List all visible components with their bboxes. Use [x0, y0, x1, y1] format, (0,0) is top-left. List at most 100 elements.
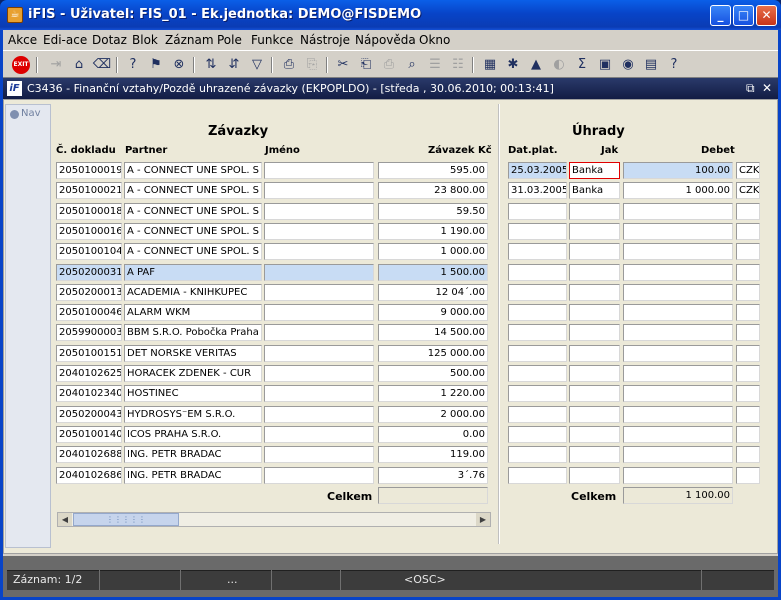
cell-doklad[interactable]: 2050100151 — [56, 345, 122, 362]
cell-jmeno[interactable] — [264, 162, 374, 179]
print-icon[interactable]: ⎙ — [279, 55, 299, 75]
cell-partner[interactable]: A - CONNECT UNE SPOL. S F — [124, 182, 262, 199]
cell-jak[interactable] — [569, 284, 620, 301]
cell-partner[interactable]: A - CONNECT UNE SPOL. S F — [124, 162, 262, 179]
inner-window-titlebar[interactable]: iF C3436 - Finanční vztahy/Pozdě uhrazen… — [3, 78, 778, 99]
add-record-icon[interactable]: ⌂ — [69, 55, 89, 75]
globe-icon[interactable]: ◉ — [618, 55, 638, 75]
cell-jmeno[interactable] — [264, 264, 374, 281]
scroll-thumb[interactable]: ⋮⋮⋮⋮⋮ — [73, 513, 179, 526]
cell-jak[interactable]: Banka — [569, 182, 620, 199]
cell-partner[interactable]: ING. PETR BRADAC — [124, 446, 262, 463]
cell-debet[interactable] — [623, 304, 733, 321]
cell-jak[interactable] — [569, 385, 620, 402]
sort-ascending-icon[interactable]: ⇅ — [201, 55, 221, 75]
cell-mena[interactable] — [736, 385, 760, 402]
cell-doklad[interactable]: 2050100021 — [56, 182, 122, 199]
cell-doklad[interactable]: 2050100018 — [56, 203, 122, 220]
cell-mena[interactable] — [736, 446, 760, 463]
cell-debet[interactable] — [623, 264, 733, 281]
list-icon[interactable]: ▤ — [641, 55, 661, 75]
cell-debet[interactable] — [623, 223, 733, 240]
cell-doklad[interactable]: 2059900003 — [56, 324, 122, 341]
cell-zavazek[interactable]: 12 04´.00 — [378, 284, 488, 301]
nav-radio-icon[interactable] — [10, 110, 19, 119]
find-icon[interactable]: ⌕ — [402, 55, 422, 75]
execute-query-icon[interactable]: ⚑ — [146, 55, 166, 75]
copy-icon[interactable]: ⎗ — [356, 55, 376, 75]
cell-jmeno[interactable] — [264, 182, 374, 199]
cell-jmeno[interactable] — [264, 385, 374, 402]
warning-icon[interactable]: ▲ — [526, 55, 546, 75]
cell-zavazek[interactable]: 0.00 — [378, 426, 488, 443]
cell-jak[interactable] — [569, 304, 620, 321]
scroll-left-icon[interactable]: ◀ — [58, 513, 72, 526]
cell-zavazek[interactable]: 595.00 — [378, 162, 488, 179]
cell-debet[interactable]: 1 000.00 — [623, 182, 733, 199]
cell-mena[interactable] — [736, 264, 760, 281]
cell-debet[interactable] — [623, 406, 733, 423]
window-titlebar[interactable]: ☕ iFIS - Uživatel: FIS_01 - Ek.jednotka:… — [0, 0, 781, 30]
cell-zavazek[interactable]: 23 800.00 — [378, 182, 488, 199]
cell-partner[interactable]: BBM S.R.O. Pobočka Praha — [124, 324, 262, 341]
cell-datum[interactable] — [508, 385, 567, 402]
cell-jmeno[interactable] — [264, 426, 374, 443]
cell-debet[interactable] — [623, 446, 733, 463]
cell-datum[interactable] — [508, 223, 567, 240]
sum-icon[interactable]: Σ — [572, 55, 592, 75]
menu-napoveda[interactable]: Nápověda — [355, 33, 416, 47]
cell-doklad[interactable]: 2040102625 — [56, 365, 122, 382]
cell-jak[interactable] — [569, 406, 620, 423]
cell-jak[interactable] — [569, 467, 620, 484]
cell-jmeno[interactable] — [264, 345, 374, 362]
columns-icon[interactable]: ☷ — [448, 55, 468, 75]
cell-jmeno[interactable] — [264, 243, 374, 260]
cell-mena[interactable]: CZK — [736, 182, 760, 199]
cell-doklad[interactable]: 2050100016 — [56, 223, 122, 240]
cell-zavazek[interactable]: 119.00 — [378, 446, 488, 463]
cell-jak[interactable] — [569, 426, 620, 443]
maximize-button[interactable]: □ — [733, 5, 754, 26]
filter-icon[interactable]: ▽ — [247, 55, 267, 75]
sort-descending-icon[interactable]: ⇵ — [224, 55, 244, 75]
cancel-query-icon[interactable]: ⊗ — [169, 55, 189, 75]
cell-partner[interactable]: ALARM WKM — [124, 304, 262, 321]
cell-mena[interactable] — [736, 365, 760, 382]
cell-datum[interactable] — [508, 304, 567, 321]
cell-zavazek[interactable]: 500.00 — [378, 365, 488, 382]
cell-zavazek[interactable]: 14 500.00 — [378, 324, 488, 341]
cell-jmeno[interactable] — [264, 324, 374, 341]
cell-debet[interactable] — [623, 365, 733, 382]
cell-jmeno[interactable] — [264, 203, 374, 220]
cell-partner[interactable]: A - CONNECT UNE SPOL. S F — [124, 203, 262, 220]
cell-partner[interactable]: HYDROSYS⁻EM S.R.O. — [124, 406, 262, 423]
minimize-button[interactable]: _ — [710, 5, 731, 26]
menu-funkce[interactable]: Funkce — [251, 33, 293, 47]
cell-doklad[interactable]: 2050200013 — [56, 284, 122, 301]
exit-button[interactable]: EXIT — [12, 56, 30, 74]
disk-icon[interactable]: ◐ — [549, 55, 569, 75]
cell-jak[interactable] — [569, 223, 620, 240]
cell-zavazek[interactable]: 2 000.00 — [378, 406, 488, 423]
cell-datum[interactable] — [508, 284, 567, 301]
cell-datum[interactable] — [508, 203, 567, 220]
cell-mena[interactable] — [736, 426, 760, 443]
cell-datum[interactable]: 25.03.2005 — [508, 162, 567, 179]
cell-debet[interactable]: 100.00 — [623, 162, 733, 179]
cell-jmeno[interactable] — [264, 304, 374, 321]
menu-edit[interactable]: Edi-ace — [43, 33, 87, 47]
paste-icon[interactable]: ⎙ — [379, 55, 399, 75]
cell-datum[interactable] — [508, 446, 567, 463]
cell-zavazek[interactable]: 9 000.00 — [378, 304, 488, 321]
cell-zavazek[interactable]: 3´.76 — [378, 467, 488, 484]
cell-debet[interactable] — [623, 426, 733, 443]
menu-okno[interactable]: Okno — [419, 33, 450, 47]
cell-doklad[interactable]: 2050100046 — [56, 304, 122, 321]
cell-jak[interactable] — [569, 345, 620, 362]
cell-datum[interactable] — [508, 365, 567, 382]
print-preview-icon[interactable]: ⎘ — [302, 55, 322, 75]
restore-icon[interactable]: ⧉ — [746, 81, 755, 96]
cell-doklad[interactable]: 2050100019 — [56, 162, 122, 179]
scroll-right-icon[interactable]: ▶ — [476, 513, 490, 526]
menu-dotaz[interactable]: Dotaz — [92, 33, 127, 47]
